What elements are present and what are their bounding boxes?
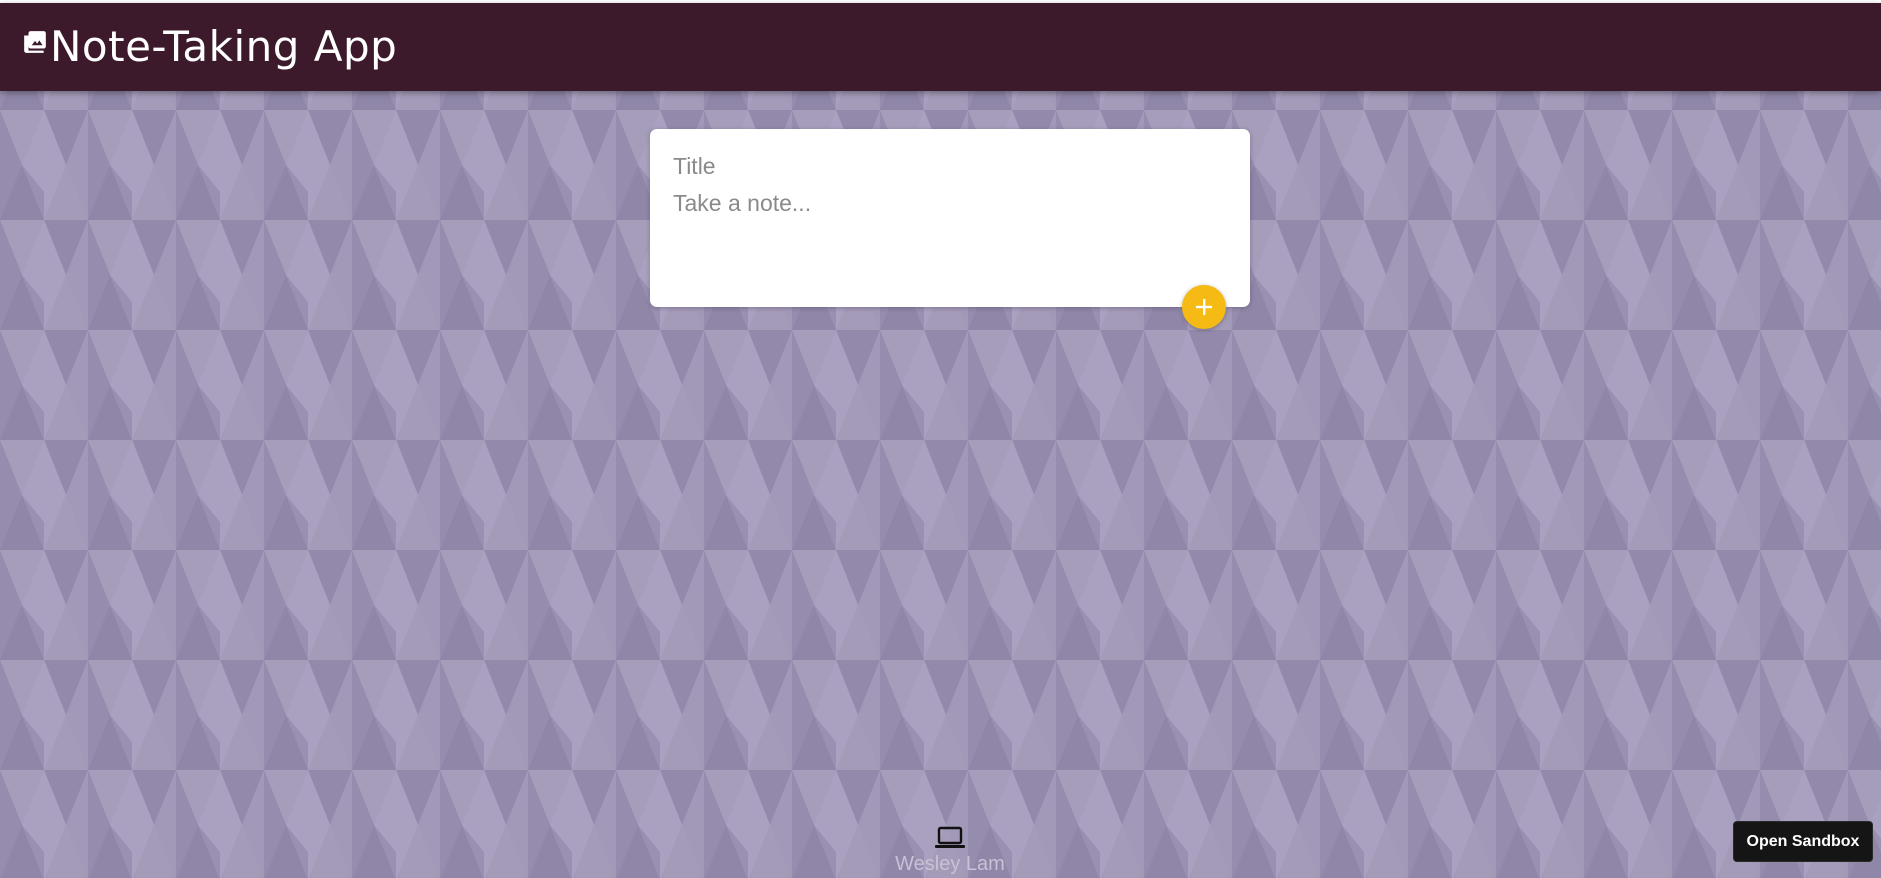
image-library-icon: [22, 29, 48, 55]
app-title: Note-Taking App: [50, 22, 398, 71]
author-name: Wesley Lam: [895, 853, 1005, 875]
open-sandbox-button[interactable]: Open Sandbox: [1733, 821, 1873, 862]
footer: Wesley Lam: [840, 826, 1060, 876]
create-note-form: [650, 129, 1250, 307]
add-note-button[interactable]: [1182, 285, 1226, 329]
note-content-textarea[interactable]: [673, 188, 1223, 288]
app-header: Note-Taking App: [0, 3, 1881, 91]
note-title-input[interactable]: [673, 149, 1223, 183]
laptop-icon: [934, 826, 966, 850]
